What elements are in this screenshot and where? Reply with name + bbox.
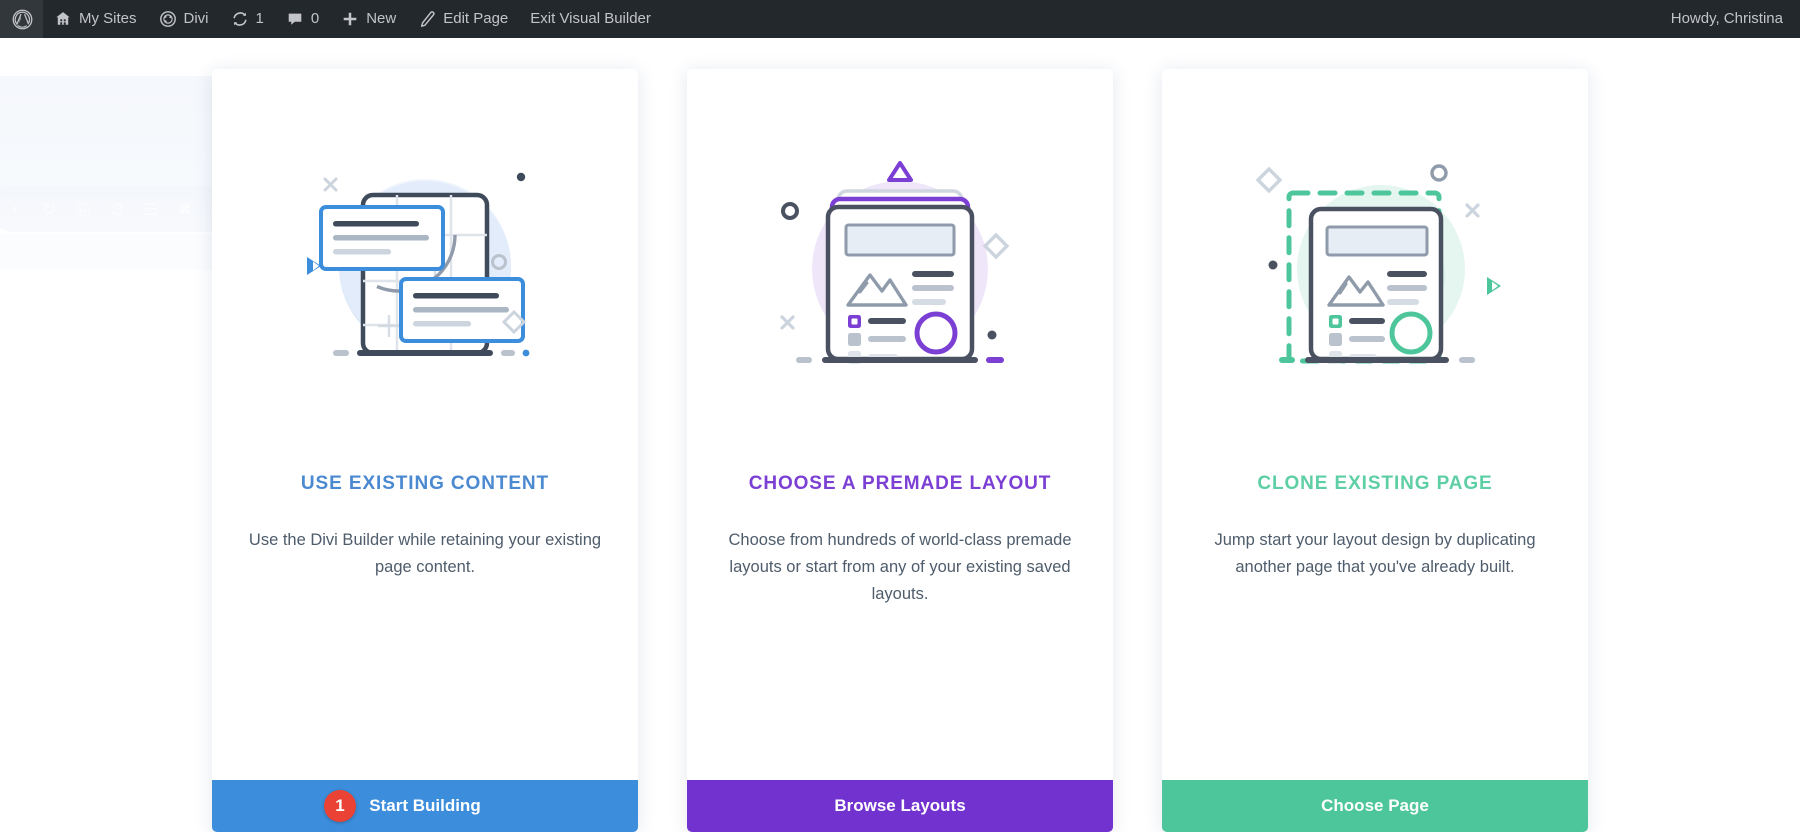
admin-bar-label: Edit Page (443, 10, 509, 27)
plus-icon (341, 10, 359, 28)
admin-bar-item-edit-page[interactable]: Edit Page (407, 0, 519, 38)
divi-icon (159, 10, 177, 28)
card-illustration-area (1162, 69, 1588, 469)
admin-bar-right-group: Howdy, Christina (1660, 0, 1800, 38)
builder-start-overlay: USE EXISTING CONTENT Use the Divi Builde… (0, 38, 1800, 832)
admin-bar-label: Exit Visual Builder (530, 10, 651, 27)
admin-bar-left-group: My Sites Divi 1 0 New Edit Page Exit Vis… (0, 0, 662, 38)
button-label: Start Building (369, 796, 481, 815)
account-menu[interactable]: Howdy, Christina (1660, 0, 1794, 38)
card-description: Choose from hundreds of world-class prem… (728, 531, 1072, 603)
green-clone-illustration (1235, 157, 1515, 392)
card-illustration-area (212, 69, 638, 469)
admin-bar-item-comments[interactable]: 0 (275, 0, 330, 38)
admin-bar-item-new[interactable]: New (330, 0, 407, 38)
admin-bar-label: New (366, 10, 397, 27)
admin-bar-item-exit-visual-builder[interactable]: Exit Visual Builder (519, 0, 662, 38)
howdy-label: Howdy, Christina (1670, 10, 1783, 27)
admin-bar-item-divi[interactable]: Divi (148, 0, 220, 38)
sites-icon (54, 10, 72, 28)
button-label: Browse Layouts (834, 796, 966, 815)
comments-icon (286, 10, 304, 28)
admin-bar-item-my-sites[interactable]: My Sites (43, 0, 148, 38)
updates-icon (231, 10, 249, 28)
pencil-icon (418, 10, 436, 28)
admin-bar-label: My Sites (79, 10, 137, 27)
step-badge: 1 (324, 790, 356, 822)
wordpress-logo-icon (12, 9, 33, 30)
card-choose-premade-layout[interactable]: CHOOSE A PREMADE LAYOUT Choose from hund… (687, 69, 1113, 832)
admin-bar-label: Divi (183, 10, 209, 27)
button-label: Choose Page (1321, 796, 1429, 815)
card-description: Jump start your layout design by duplica… (1214, 531, 1536, 576)
updates-count: 1 (255, 10, 264, 27)
card-title: CLONE EXISTING PAGE (1257, 473, 1493, 494)
card-use-existing-content[interactable]: USE EXISTING CONTENT Use the Divi Builde… (212, 69, 638, 832)
card-clone-existing-page[interactable]: CLONE EXISTING PAGE Jump start your layo… (1162, 69, 1588, 832)
comments-count: 0 (310, 10, 320, 27)
choose-page-button[interactable]: Choose Page (1162, 780, 1588, 832)
browse-layouts-button[interactable]: Browse Layouts (687, 780, 1113, 832)
purple-layout-illustration (760, 157, 1040, 392)
wordpress-logo-button[interactable] (0, 0, 43, 38)
card-title: CHOOSE A PREMADE LAYOUT (748, 473, 1052, 494)
blue-wireframe-illustration (285, 157, 565, 392)
start-building-button[interactable]: 1 Start Building (212, 780, 638, 832)
card-illustration-area (687, 69, 1113, 469)
card-description: Use the Divi Builder while retaining you… (248, 531, 602, 576)
admin-bar-item-updates[interactable]: 1 (220, 0, 275, 38)
wp-admin-bar: My Sites Divi 1 0 New Edit Page Exit Vis… (0, 0, 1800, 38)
card-title: USE EXISTING CONTENT (300, 473, 550, 494)
